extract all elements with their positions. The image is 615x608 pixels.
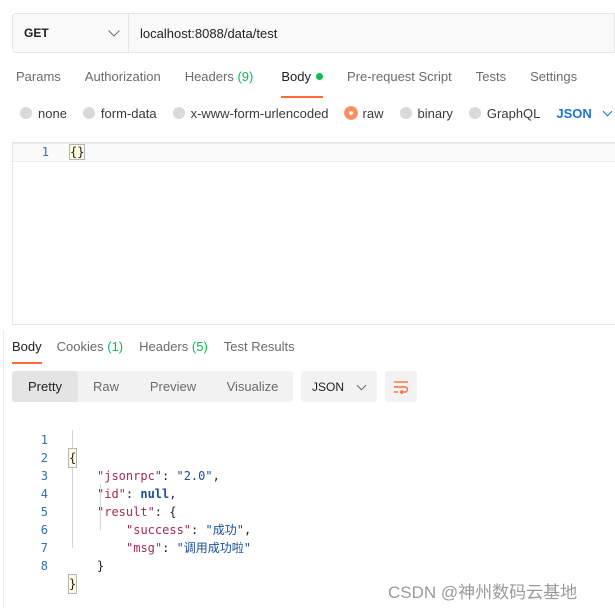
resp-tab-cookies[interactable]: Cookies (1) <box>57 339 123 359</box>
request-tabs: Params Authorization Headers (9) Body Pr… <box>16 69 577 98</box>
tab-label: Test Results <box>223 339 295 354</box>
resp-tab-headers[interactable]: Headers (5) <box>139 339 208 359</box>
tab-count: (5) <box>191 339 208 354</box>
tab-count: (1) <box>107 339 124 354</box>
body-format-label: JSON <box>556 105 592 121</box>
editor-content: {} <box>68 144 86 160</box>
radio-label: GraphQL <box>486 105 541 121</box>
code-line: 3 "id": null, <box>0 449 615 501</box>
tab-authorization[interactable]: Authorization <box>85 69 161 91</box>
json-brace: } <box>67 574 78 594</box>
method-label: GET <box>24 26 49 40</box>
code-line: 5 "success": "成功", <box>0 485 615 537</box>
radio-icon <box>468 106 481 119</box>
tab-body[interactable]: Body <box>281 69 323 98</box>
resp-tab-test-results[interactable]: Test Results <box>224 339 295 359</box>
radio-label: none <box>38 105 67 121</box>
code-line: 6 "msg": "调用成功啦" <box>0 503 615 555</box>
wrap-lines-button[interactable] <box>385 371 417 402</box>
code-line: 1 { <box>0 413 615 468</box>
tab-label: Cookies <box>56 339 104 354</box>
radio-icon <box>82 106 95 119</box>
tab-settings[interactable]: Settings <box>530 69 577 91</box>
radio-icon <box>172 106 185 119</box>
url-input[interactable]: localhost:8088/data/test <box>129 26 277 41</box>
radio-none[interactable]: none <box>20 106 67 121</box>
radio-binary[interactable]: binary <box>399 105 453 121</box>
tab-label: Body <box>281 69 311 84</box>
code-line: 2 "jsonrpc": "2.0", <box>0 431 615 483</box>
chevron-down-icon <box>356 380 367 390</box>
resp-tab-body[interactable]: Body <box>12 339 42 364</box>
wrap-lines-icon <box>394 380 409 394</box>
response-format-label: JSON <box>312 379 345 394</box>
tab-params[interactable]: Params <box>16 69 61 91</box>
method-select[interactable]: GET <box>13 14 129 52</box>
radio-label: form-data <box>100 105 157 121</box>
body-indicator-dot <box>315 73 323 80</box>
radio-icon <box>399 106 412 119</box>
url-bar: GET localhost:8088/data/test <box>12 13 615 53</box>
view-visualize-button[interactable]: Visualize <box>212 371 293 402</box>
radio-x-www-form-urlencoded[interactable]: x-www-form-urlencoded <box>172 105 329 121</box>
radio-label: binary <box>417 105 453 121</box>
tab-label: Params <box>16 69 61 84</box>
tab-label: Headers <box>139 339 189 354</box>
tab-label: Tests <box>475 69 507 84</box>
tab-label: Body <box>12 339 42 354</box>
radio-label: x-www-form-urlencoded <box>190 105 329 121</box>
editor-active-line <box>13 143 615 162</box>
body-type-radios: none form-data x-www-form-urlencoded raw… <box>20 105 613 121</box>
radio-selected-icon <box>344 106 357 119</box>
tab-label: Settings <box>530 69 578 84</box>
view-pretty-button[interactable]: Pretty <box>12 371 78 402</box>
code-line: 4 "result": { <box>0 467 615 519</box>
tab-count: (9) <box>237 69 254 84</box>
radio-raw[interactable]: raw <box>344 105 384 121</box>
code-line: 7 } <box>0 521 615 573</box>
radio-label: raw <box>362 105 384 121</box>
view-preview-button[interactable]: Preview <box>134 371 212 402</box>
response-tabs: Body Cookies (1) Headers (5) Test Result… <box>12 339 295 364</box>
watermark: CSDN @神州数码云基地 <box>388 583 578 602</box>
radio-icon <box>20 106 32 119</box>
radio-form-data[interactable]: form-data <box>82 105 157 121</box>
tab-headers[interactable]: Headers (9) <box>185 69 254 91</box>
response-format-select[interactable]: JSON <box>301 371 377 402</box>
line-number: 1 <box>41 145 49 159</box>
json-brace: } <box>97 559 105 573</box>
request-body-editor[interactable]: 1 {} <box>12 142 615 325</box>
line-number: 8 <box>40 559 48 573</box>
body-format-select[interactable]: JSON <box>556 105 613 121</box>
radio-graphql[interactable]: GraphQL <box>468 105 541 121</box>
view-mode-group: Pretty Raw Preview Visualize <box>12 371 293 402</box>
chevron-down-icon <box>108 25 120 37</box>
tab-label: Pre-request Script <box>346 69 452 84</box>
tab-pre-request-script[interactable]: Pre-request Script <box>347 69 452 91</box>
tab-tests[interactable]: Tests <box>476 69 506 91</box>
tab-label: Headers <box>184 69 234 84</box>
tab-label: Authorization <box>84 69 161 84</box>
view-raw-button[interactable]: Raw <box>78 371 134 402</box>
code-line: 8 } <box>0 539 615 594</box>
chevron-down-icon <box>602 106 613 116</box>
